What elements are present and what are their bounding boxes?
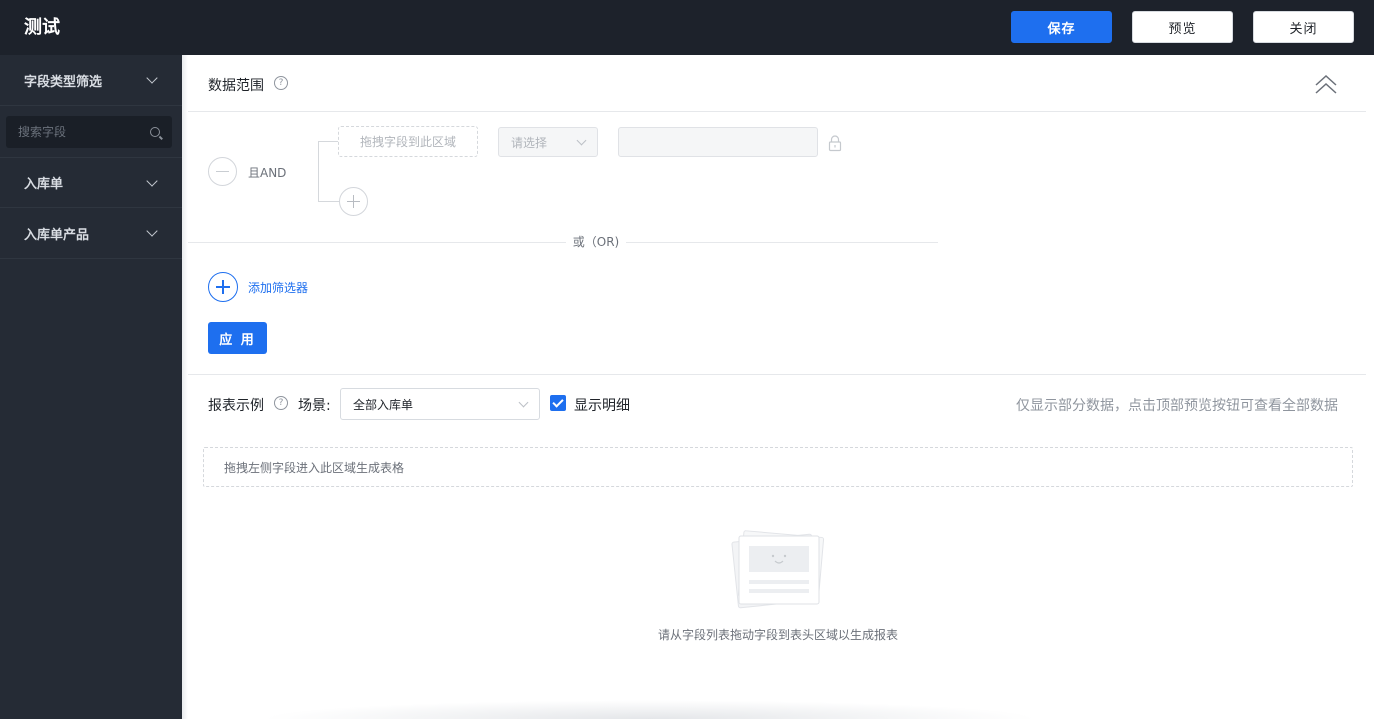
chevron-down-icon xyxy=(146,174,158,187)
save-button[interactable]: 保存 xyxy=(1011,11,1112,43)
preview-button[interactable]: 预览 xyxy=(1132,11,1233,43)
collapse-icon[interactable] xyxy=(1315,74,1337,96)
field-search[interactable] xyxy=(6,116,172,148)
divider xyxy=(188,111,1366,112)
sidebar-item-label: 入库单 xyxy=(24,177,64,192)
field-type-filter-label: 字段类型筛选 xyxy=(24,74,103,90)
lock-icon[interactable] xyxy=(828,134,842,152)
empty-state-text: 请从字段列表拖动字段到表头区域以生成报表 xyxy=(658,628,899,642)
scene-select-value: 全部入库单 xyxy=(353,397,414,412)
divider xyxy=(188,374,1366,375)
condition-field-dropzone[interactable]: 拖拽字段到此区域 xyxy=(338,126,478,157)
or-label: 或（OR) xyxy=(566,233,626,250)
panel-shadow xyxy=(182,55,188,719)
chevron-down-icon xyxy=(146,72,158,84)
scene-label: 场景: xyxy=(298,398,331,414)
sidebar-item-label: 入库单产品 xyxy=(24,227,90,243)
chevron-down-icon xyxy=(576,135,587,145)
sidebar-item-inbound-order-products[interactable]: 入库单产品 xyxy=(0,208,182,259)
bracket-line xyxy=(318,141,338,142)
bracket-line xyxy=(318,141,319,202)
show-detail-label[interactable]: 显示明细 xyxy=(574,395,630,415)
table-dropzone-hint: 拖拽左侧字段进入此区域生成表格 xyxy=(224,460,405,475)
apply-button[interactable]: 应 用 xyxy=(208,322,267,354)
partial-data-hint: 仅显示部分数据，点击顶部预览按钮可查看全部数据 xyxy=(1016,398,1338,414)
plus-icon-stroke xyxy=(222,280,224,294)
and-label: 且AND xyxy=(248,166,287,180)
field-type-filter[interactable]: 字段类型筛选 xyxy=(0,55,182,106)
remove-group-button[interactable] xyxy=(208,157,237,186)
add-condition-button[interactable] xyxy=(339,187,368,216)
sidebar: 字段类型筛选 入库单 入库单产品 xyxy=(0,55,182,719)
or-divider xyxy=(188,242,938,243)
data-range-title: 数据范围 xyxy=(208,78,264,94)
search-input[interactable] xyxy=(18,125,138,139)
report-title: 报表示例 xyxy=(208,398,264,414)
scene-select[interactable]: 全部入库单 xyxy=(340,388,540,420)
chevron-down-icon xyxy=(518,397,529,407)
minus-icon xyxy=(216,170,229,173)
bracket-line xyxy=(318,201,340,202)
bottom-shadow xyxy=(260,700,1040,719)
close-button[interactable]: 关闭 xyxy=(1253,11,1354,43)
add-filter-link[interactable]: 添加筛选器 xyxy=(248,279,308,296)
empty-state-illustration xyxy=(731,530,825,609)
operator-select[interactable]: 请选择 xyxy=(498,127,598,157)
operator-select-value: 请选择 xyxy=(511,135,548,150)
add-filter-button[interactable] xyxy=(208,272,238,302)
search-icon[interactable] xyxy=(150,127,160,137)
plus-icon-stroke xyxy=(352,195,355,208)
show-detail-checkbox[interactable] xyxy=(550,395,566,411)
condition-value-input[interactable] xyxy=(618,127,818,157)
help-icon[interactable]: ? xyxy=(274,76,288,90)
chevron-down-icon xyxy=(146,225,158,237)
page-title: 测试 xyxy=(24,17,60,38)
top-bar: 测试 保存 预览 关闭 xyxy=(0,0,1374,55)
help-icon[interactable]: ? xyxy=(274,396,288,410)
table-dropzone[interactable]: 拖拽左侧字段进入此区域生成表格 xyxy=(203,447,1353,487)
sidebar-item-inbound-order[interactable]: 入库单 xyxy=(0,157,182,208)
